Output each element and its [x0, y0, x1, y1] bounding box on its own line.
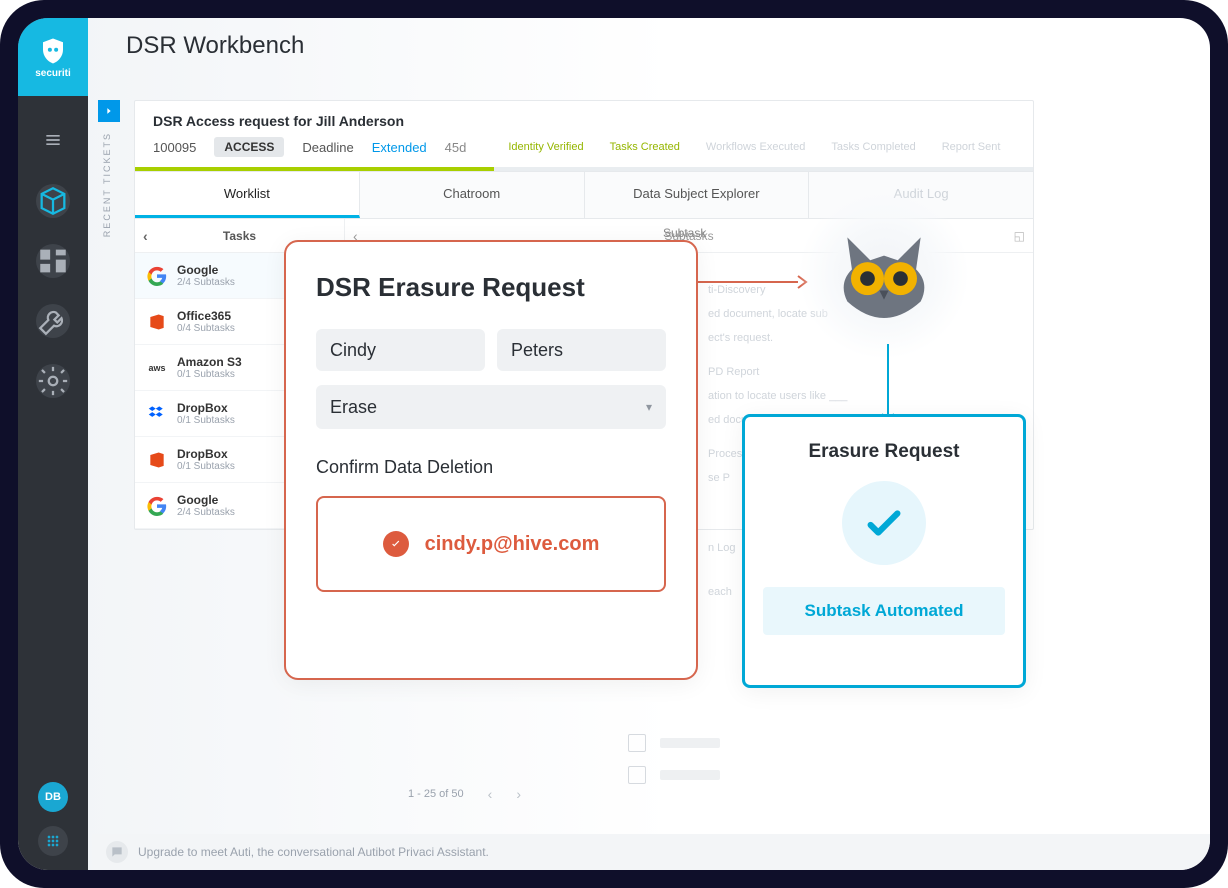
dropbox-icon — [147, 404, 167, 424]
recent-tickets-handle[interactable]: RECENT TICKETS — [98, 100, 124, 238]
pager-next[interactable]: › — [516, 786, 521, 802]
tab-worklist[interactable]: Worklist — [135, 171, 360, 218]
check-circle-icon — [383, 531, 409, 557]
office-icon — [147, 450, 167, 470]
sidebar-item-tools[interactable] — [36, 304, 70, 338]
task-name: Office365 — [177, 309, 235, 323]
task-sub: 0/1 Subtasks — [177, 415, 235, 426]
arrow-down-icon — [880, 344, 896, 424]
dashboard-icon — [36, 244, 70, 278]
deadline-status: Extended — [372, 140, 427, 155]
request-id: 100095 — [153, 140, 196, 155]
task-name: DropBox — [177, 401, 235, 415]
page-title: DSR Workbench — [126, 32, 304, 60]
progress-steps: Identity Verified Tasks Created Workflow… — [508, 141, 1000, 153]
task-name: Google — [177, 263, 235, 277]
task-name: Google — [177, 493, 235, 507]
request-type-badge: ACCESS — [214, 137, 284, 157]
sidebar-item-settings[interactable] — [36, 364, 70, 398]
wrench-icon — [36, 304, 70, 338]
upgrade-text: Upgrade to meet Auti, the conversational… — [138, 845, 489, 859]
brand-logo[interactable]: securiti — [18, 18, 88, 96]
confirm-label: Confirm Data Deletion — [316, 457, 666, 478]
faded-checklist — [628, 734, 720, 784]
step-tasks-completed: Tasks Completed — [831, 141, 915, 153]
task-sub: 0/1 Subtasks — [177, 369, 242, 380]
task-sub: 2/4 Subtasks — [177, 507, 235, 518]
pager: 1 - 25 of 50 ‹ › — [408, 786, 521, 802]
chevron-right-icon — [98, 100, 120, 122]
action-select[interactable]: Erase ▾ — [316, 385, 666, 429]
avatar[interactable]: DB — [38, 782, 68, 812]
request-title: DSR Access request for Jill Anderson — [153, 113, 1015, 129]
brand-name: securiti — [35, 68, 71, 79]
sidebar-item-dashboard[interactable] — [36, 244, 70, 278]
google-icon — [147, 266, 167, 286]
task-name: DropBox — [177, 447, 235, 461]
expand-icon[interactable]: ◱ — [1014, 229, 1025, 243]
checkbox[interactable] — [628, 766, 646, 784]
pager-text: 1 - 25 of 50 — [408, 788, 464, 800]
chevron-left-icon[interactable]: ‹ — [143, 228, 148, 244]
hamburger-icon — [43, 130, 63, 150]
main-area: DSR Workbench RECENT TICKETS DSR Access … — [88, 18, 1210, 870]
chevron-down-icon: ▾ — [646, 400, 652, 414]
google-icon — [147, 496, 167, 516]
erasure-request-panel: DSR Erasure Request Cindy Peters Erase ▾… — [284, 240, 698, 680]
action-value: Erase — [330, 397, 377, 418]
step-identity-verified: Identity Verified — [508, 141, 583, 153]
app-grid-button[interactable] — [38, 826, 68, 856]
aws-icon: aws — [147, 358, 167, 378]
tasks-label: Tasks — [223, 229, 256, 243]
arrow-right-icon — [698, 274, 808, 290]
grid-icon — [45, 833, 61, 849]
checkbox[interactable] — [628, 734, 646, 752]
owl-icon — [829, 226, 939, 322]
step-report-sent: Report Sent — [942, 141, 1001, 153]
gear-icon — [36, 364, 70, 398]
task-name: Amazon S3 — [177, 355, 242, 369]
first-name-field[interactable]: Cindy — [316, 329, 485, 371]
sidebar-item-cube[interactable] — [36, 184, 70, 218]
office-icon — [147, 312, 167, 332]
erasure-title: DSR Erasure Request — [316, 272, 666, 303]
menu-toggle[interactable] — [35, 122, 71, 158]
last-name-field[interactable]: Peters — [497, 329, 666, 371]
confirm-box[interactable]: cindy.p@hive.com — [316, 496, 666, 592]
deadline-label: Deadline — [302, 140, 353, 155]
task-sub: 0/4 Subtasks — [177, 323, 235, 334]
step-workflows: Workflows Executed — [706, 141, 805, 153]
cube-icon — [36, 184, 70, 218]
tab-chatroom[interactable]: Chatroom — [360, 171, 585, 218]
subtask-detail-label: Subtask — [663, 226, 706, 240]
upgrade-banner[interactable]: Upgrade to meet Auti, the conversational… — [92, 834, 1210, 870]
task-sub: 0/1 Subtasks — [177, 461, 235, 472]
confirm-email: cindy.p@hive.com — [425, 533, 600, 556]
recent-tickets-label: RECENT TICKETS — [102, 132, 112, 237]
result-check-icon — [842, 481, 926, 565]
assistant-owl — [798, 188, 970, 360]
subtask-automated-button[interactable]: Subtask Automated — [763, 587, 1005, 635]
sidebar: securiti DB — [18, 18, 88, 870]
shield-icon — [38, 36, 68, 66]
step-tasks-created: Tasks Created — [610, 141, 680, 153]
tab-data-subject-explorer[interactable]: Data Subject Explorer — [585, 171, 810, 218]
result-title: Erasure Request — [808, 441, 959, 463]
pager-prev[interactable]: ‹ — [488, 786, 493, 802]
result-panel: Erasure Request Subtask Automated — [742, 414, 1026, 688]
chat-icon — [106, 841, 128, 863]
deadline-days: 45d — [445, 140, 467, 155]
task-sub: 2/4 Subtasks — [177, 277, 235, 288]
